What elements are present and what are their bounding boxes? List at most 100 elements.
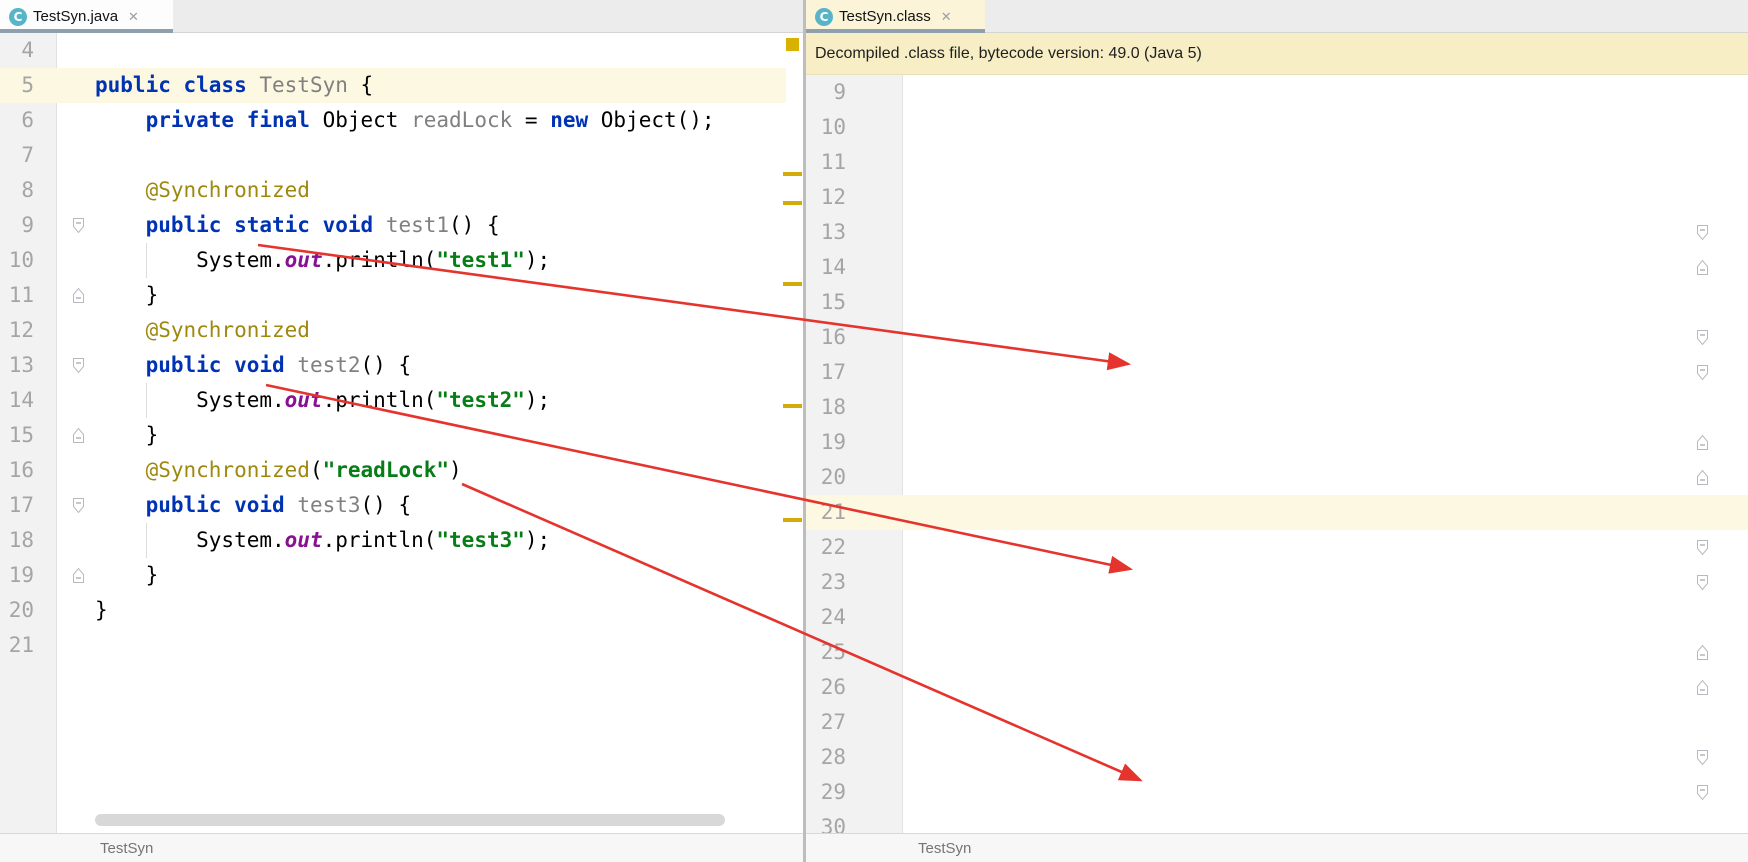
code-line[interactable]: @Synchronized <box>95 173 310 208</box>
line-number: 18 <box>806 390 846 425</box>
source-editor[interactable]: 45public class TestSyn {6 private final … <box>0 33 803 833</box>
line-number: 17 <box>0 488 34 523</box>
line-number: 15 <box>0 418 34 453</box>
tab-title: TestSyn.java <box>33 8 118 25</box>
code-line[interactable]: private final Object readLock = new Obje… <box>95 103 715 138</box>
fold-end-icon[interactable] <box>1696 469 1709 491</box>
code-line[interactable]: private final Object $lock = new Object[… <box>1724 110 1748 145</box>
line-number: 8 <box>0 173 34 208</box>
decompiled-editor-pane: C TestSyn.class ✕ Decompiled .class file… <box>806 0 1748 862</box>
right-breadcrumb-bar: TestSyn <box>806 833 1748 862</box>
code-line[interactable]: public void test3() { <box>1724 740 1748 775</box>
line-number: 16 <box>806 320 846 355</box>
breadcrumb-item[interactable]: TestSyn <box>918 840 971 857</box>
close-icon[interactable]: ✕ <box>941 10 952 23</box>
java-class-icon: C <box>9 8 27 26</box>
code-line[interactable]: } <box>1724 670 1748 705</box>
line-number: 27 <box>806 705 846 740</box>
line-number: 11 <box>0 278 34 313</box>
line-number: 19 <box>806 425 846 460</box>
fold-collapse-icon[interactable] <box>1696 749 1709 771</box>
code-line[interactable]: synchronized($LOCK) { <box>1724 355 1748 390</box>
line-number: 20 <box>0 593 34 628</box>
code-line[interactable]: @Synchronized("readLock") <box>95 453 462 488</box>
code-line[interactable]: System.out.println("test3"); <box>95 523 550 558</box>
fold-end-icon[interactable] <box>72 427 85 449</box>
stripe-change-mark[interactable] <box>783 404 802 408</box>
line-number: 12 <box>806 180 846 215</box>
code-line[interactable]: public void test2() { <box>95 348 411 383</box>
stripe-warning-square[interactable] <box>786 38 799 51</box>
fold-end-icon[interactable] <box>1696 259 1709 281</box>
stripe-change-mark[interactable] <box>783 172 802 176</box>
code-line[interactable]: } <box>95 593 108 628</box>
fold-collapse-icon[interactable] <box>1696 224 1709 246</box>
code-line[interactable]: } <box>95 558 158 593</box>
code-line[interactable]: @Synchronized <box>95 313 310 348</box>
editor-splitter[interactable] <box>803 0 806 862</box>
code-line[interactable]: } <box>1724 425 1748 460</box>
line-number: 21 <box>806 495 846 530</box>
line-number: 23 <box>806 565 846 600</box>
code-line[interactable]: System.out.println("test3"); <box>1724 810 1748 833</box>
code-line[interactable]: System.out.println("test1"); <box>1724 390 1748 425</box>
code-line[interactable]: private final Object readLock = new Obje… <box>1724 145 1748 180</box>
fold-collapse-icon[interactable] <box>1696 329 1709 351</box>
breadcrumb-item[interactable]: TestSyn <box>100 840 153 857</box>
fold-end-icon[interactable] <box>72 287 85 309</box>
line-number: 9 <box>806 75 846 110</box>
code-line[interactable]: } <box>1724 460 1748 495</box>
fold-collapse-icon[interactable] <box>1696 574 1709 596</box>
line-number: 17 <box>806 355 846 390</box>
line-number: 19 <box>0 558 34 593</box>
line-number: 6 <box>0 103 34 138</box>
code-line[interactable]: public void test3() { <box>95 488 411 523</box>
code-line[interactable]: public TestSyn() { <box>1724 215 1748 250</box>
code-line[interactable]: } <box>1724 635 1748 670</box>
line-number: 24 <box>806 600 846 635</box>
code-line[interactable]: public static void test1() { <box>1724 320 1748 355</box>
fold-collapse-icon[interactable] <box>1696 539 1709 561</box>
code-line[interactable]: System.out.println("test1"); <box>95 243 550 278</box>
line-number: 28 <box>806 740 846 775</box>
stripe-change-mark[interactable] <box>783 518 802 522</box>
tab-testsyn-java[interactable]: C TestSyn.java ✕ <box>0 0 173 33</box>
code-line[interactable]: System.out.println("test2"); <box>95 383 550 418</box>
code-line[interactable]: synchronized(this.$lock) { <box>1724 565 1748 600</box>
line-number: 9 <box>0 208 34 243</box>
line-number: 29 <box>806 775 846 810</box>
code-line[interactable]: private static final Object $LOCK = new … <box>1724 75 1748 110</box>
line-number: 14 <box>806 250 846 285</box>
code-line[interactable]: System.out.println("test2"); <box>1724 600 1748 635</box>
fold-collapse-icon[interactable] <box>72 217 85 239</box>
line-number: 13 <box>806 215 846 250</box>
line-number: 10 <box>0 243 34 278</box>
code-line[interactable]: synchronized(this.readLock) { <box>1724 775 1748 810</box>
fold-end-icon[interactable] <box>72 567 85 589</box>
code-line[interactable]: } <box>1724 250 1748 285</box>
line-number: 13 <box>0 348 34 383</box>
banner-text: Decompiled .class file, bytecode version… <box>815 45 1202 63</box>
tab-testsyn-class[interactable]: C TestSyn.class ✕ <box>806 0 985 33</box>
fold-end-icon[interactable] <box>1696 434 1709 456</box>
fold-collapse-icon[interactable] <box>72 497 85 519</box>
fold-collapse-icon[interactable] <box>72 357 85 379</box>
code-line[interactable]: public class TestSyn { <box>95 68 373 103</box>
fold-end-icon[interactable] <box>1696 644 1709 666</box>
code-line[interactable]: public static void test1() { <box>95 208 500 243</box>
fold-collapse-icon[interactable] <box>1696 784 1709 806</box>
stripe-change-mark[interactable] <box>783 201 802 205</box>
fold-end-icon[interactable] <box>1696 679 1709 701</box>
horizontal-scrollbar[interactable] <box>95 814 725 826</box>
code-line[interactable]: } <box>95 418 158 453</box>
line-number: 12 <box>0 313 34 348</box>
code-line[interactable]: } <box>95 278 158 313</box>
code-line[interactable]: public void test2() { <box>1724 530 1748 565</box>
line-number: 30 <box>806 810 846 833</box>
left-tab-bar: C TestSyn.java ✕ <box>0 0 803 33</box>
fold-collapse-icon[interactable] <box>1696 364 1709 386</box>
line-number: 5 <box>0 68 34 103</box>
decompiled-editor[interactable]: Decompiled .class file, bytecode version… <box>806 33 1748 833</box>
stripe-change-mark[interactable] <box>783 282 802 286</box>
close-icon[interactable]: ✕ <box>128 10 139 23</box>
